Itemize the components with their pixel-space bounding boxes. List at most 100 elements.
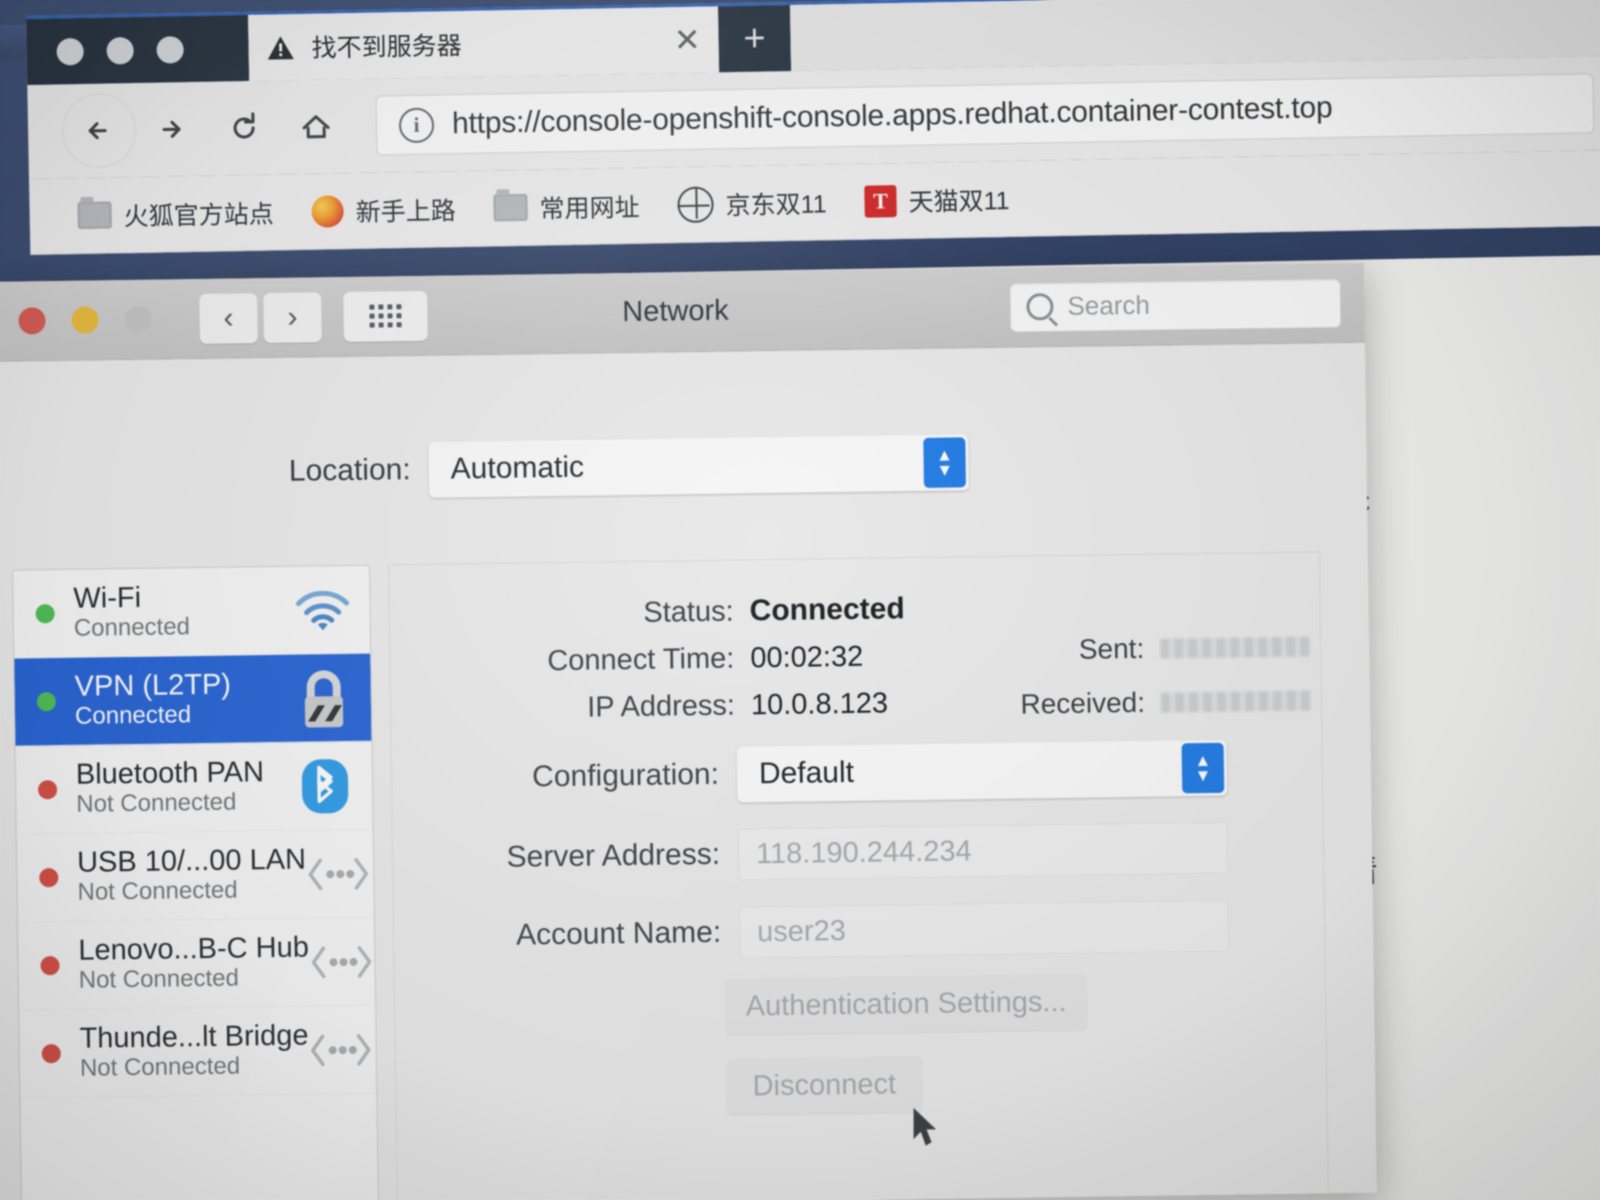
service-item-thunderbolt-bridge[interactable]: Thunde...lt Bridge Not Connected: [19, 1005, 377, 1099]
sent-label: Sent:: [1078, 632, 1145, 665]
configuration-row: Configuration: Default ▲ ▼: [392, 738, 1323, 807]
status-row: Status: Connected: [389, 590, 1089, 634]
prefs-back-button[interactable]: ‹: [199, 292, 258, 344]
service-status: Not Connected: [79, 1052, 241, 1083]
search-icon: [1026, 293, 1054, 321]
bookmark-label: 京东双11: [725, 189, 827, 220]
bluetooth-icon: [292, 755, 359, 816]
received-label: Received:: [1020, 686, 1146, 720]
firefox-icon: [311, 194, 344, 228]
site-info-icon[interactable]: i: [398, 107, 435, 143]
warning-triangle-icon: [266, 35, 294, 61]
globe-icon: [677, 185, 714, 223]
status-dot: [41, 1044, 61, 1064]
mouse-cursor: [912, 1107, 942, 1155]
action-buttons: Authentication Settings... Disconnect: [395, 970, 1327, 1143]
browser-tab-title: 找不到服务器: [311, 32, 462, 63]
bookmark-item[interactable]: 常用网址: [493, 187, 640, 226]
sent-value: [1160, 636, 1311, 659]
service-item-bluetooth-pan[interactable]: Bluetooth PAN Not Connected: [15, 741, 373, 835]
status-dot: [40, 956, 60, 976]
bookmark-item[interactable]: 京东双11: [677, 184, 827, 223]
window-control-2[interactable]: [106, 36, 134, 65]
bookmark-item[interactable]: 新手上路: [311, 191, 456, 230]
service-name: Lenovo...B-C Hub: [78, 931, 310, 967]
folder-icon: [77, 201, 112, 230]
window-control-1[interactable]: [56, 37, 84, 65]
firefox-window: 找不到服务器 ✕ + i https://console-openshift-c…: [26, 0, 1600, 1200]
network-services-list[interactable]: Wi-Fi Connected VPN (L2TP) Connected Blu…: [12, 564, 380, 1200]
folder-icon: [493, 193, 528, 222]
received-value: [1160, 690, 1312, 713]
wifi-icon: [289, 579, 356, 640]
service-name: USB 10/...00 LAN: [76, 843, 307, 879]
bookmark-label: 常用网址: [539, 193, 640, 224]
status-label: Status:: [643, 595, 734, 629]
lan-icon: [306, 843, 371, 904]
address-bar[interactable]: i https://console-openshift-console.apps…: [375, 73, 1595, 156]
browser-tab[interactable]: 找不到服务器 ✕: [248, 6, 720, 81]
prefs-search-field[interactable]: Search: [1010, 278, 1341, 332]
disconnect-row: Disconnect: [396, 1050, 1327, 1119]
forward-icon[interactable]: [135, 93, 208, 166]
window-controls[interactable]: [26, 14, 250, 85]
service-item-usb-lan[interactable]: USB 10/...00 LAN Not Connected: [16, 829, 374, 923]
server-address-label: Server Address:: [506, 837, 721, 874]
bookmark-item[interactable]: 火狐官方站点: [77, 194, 274, 234]
prefs-forward-button[interactable]: ›: [263, 291, 322, 343]
location-row: Location: Automatic ▲ ▼: [0, 434, 999, 504]
window-control-3[interactable]: [156, 35, 184, 64]
account-name-row: Account Name: user23: [394, 898, 1325, 963]
configuration-dropdown[interactable]: Default ▲ ▼: [736, 739, 1228, 803]
server-address-row: Server Address: 118.190.244.234: [393, 820, 1324, 885]
received-row: Received:: [971, 684, 1321, 721]
home-icon[interactable]: [279, 90, 352, 163]
service-name: Wi-Fi: [73, 581, 142, 615]
authentication-settings-button[interactable]: Authentication Settings...: [724, 973, 1088, 1035]
service-status: Connected: [73, 613, 191, 643]
stepper-icon[interactable]: ▲ ▼: [1181, 742, 1225, 794]
bookmark-item[interactable]: T 天猫双11: [864, 181, 1010, 220]
new-tab-button[interactable]: +: [717, 4, 792, 73]
service-item-wifi[interactable]: Wi-Fi Connected: [13, 565, 371, 659]
service-status: Not Connected: [78, 964, 240, 995]
service-item-vpn[interactable]: VPN (L2TP) Connected: [14, 653, 372, 747]
service-item-lenovo-hub[interactable]: Lenovo...B-C Hub Not Connected: [17, 917, 376, 1011]
tmall-icon: T: [864, 184, 897, 218]
bookmark-label: 天猫双11: [908, 186, 1010, 217]
service-name: Thunde...lt Bridge: [79, 1019, 309, 1055]
bookmark-label: 新手上路: [355, 196, 456, 227]
minimize-window-button[interactable]: [71, 306, 99, 334]
server-address-input[interactable]: 118.190.244.234: [737, 821, 1229, 881]
stepper-icon[interactable]: ▲ ▼: [923, 437, 966, 488]
close-tab-icon[interactable]: ✕: [673, 22, 700, 58]
show-all-icon[interactable]: [343, 290, 428, 342]
back-icon[interactable]: [61, 93, 137, 169]
configuration-value: Default: [758, 755, 855, 791]
search-placeholder: Search: [1067, 289, 1151, 321]
status-value: Connected: [749, 592, 905, 628]
ip-address-value: 10.0.8.123: [750, 687, 889, 722]
service-status: Connected: [74, 701, 192, 731]
vpn-config-group: Configuration: Default ▲ ▼ Server Address…: [392, 738, 1325, 989]
service-status: Not Connected: [77, 876, 238, 907]
connect-time-label: Connect Time:: [547, 642, 735, 678]
service-status: Not Connected: [76, 788, 237, 819]
status-dot: [36, 692, 56, 712]
lan-icon: [308, 1019, 373, 1080]
location-dropdown[interactable]: Automatic ▲ ▼: [428, 434, 970, 498]
account-name-input[interactable]: user23: [738, 899, 1230, 959]
close-window-button[interactable]: [18, 307, 46, 335]
service-name: VPN (L2TP): [74, 668, 232, 703]
reload-icon[interactable]: [207, 91, 280, 164]
disconnect-button[interactable]: Disconnect: [725, 1056, 923, 1115]
sent-row: Sent:: [970, 630, 1320, 667]
configuration-label: Configuration:: [531, 757, 720, 794]
zoom-window-button: [124, 305, 152, 334]
server-address-value: 118.190.244.234: [755, 834, 972, 870]
address-bar-url: https://console-openshift-console.apps.r…: [451, 91, 1333, 141]
bookmark-label: 火狐官方站点: [123, 199, 274, 231]
service-name: Bluetooth PAN: [75, 756, 265, 791]
status-dot: [35, 604, 55, 624]
prefs-nav-segment: ‹ ›: [199, 291, 322, 344]
